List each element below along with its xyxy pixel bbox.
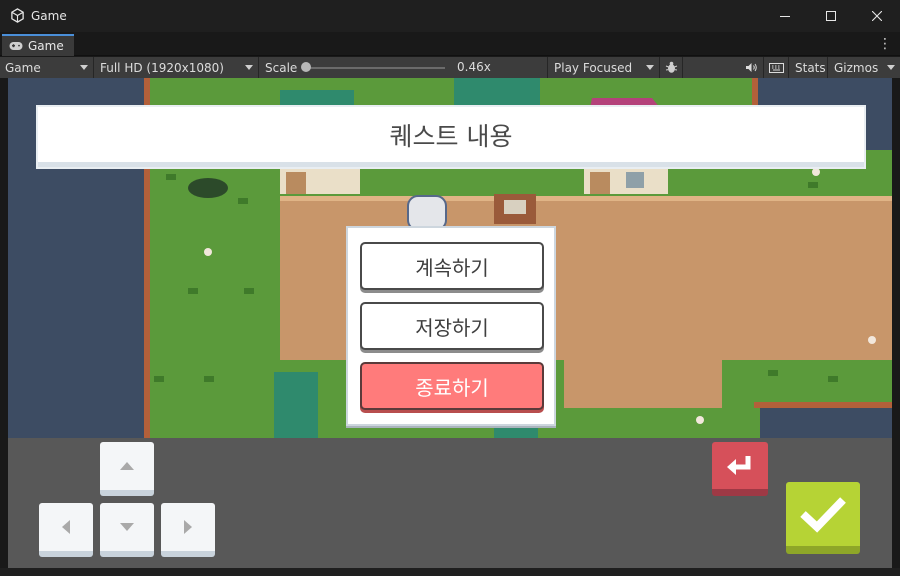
continue-button-label: 계속하기 (415, 255, 489, 280)
maximize-icon (826, 11, 836, 21)
save-button[interactable]: 저장하기 (360, 302, 544, 350)
minimize-button[interactable] (762, 0, 808, 32)
play-mode-label: Play Focused (554, 60, 633, 75)
scale-label: Scale (265, 60, 298, 75)
back-button[interactable] (712, 442, 768, 496)
return-arrow-icon (727, 455, 751, 475)
arrow-left-icon (62, 520, 70, 534)
gizmos-label: Gizmos (834, 60, 879, 75)
minimize-icon (780, 16, 790, 17)
title-bar: Game (0, 0, 900, 32)
maximize-button[interactable] (808, 0, 854, 32)
game-view-toolbar: Game Full HD (1920x1080) Scale 0.46x Pla… (0, 57, 900, 78)
resolution-dropdown-label: Full HD (1920x1080) (100, 60, 224, 75)
continue-button[interactable]: 계속하기 (360, 242, 544, 290)
quit-button[interactable]: 종료하기 (360, 362, 544, 410)
arrow-down-icon (120, 523, 134, 531)
stats-button[interactable]: Stats (790, 57, 828, 78)
confirm-button[interactable] (786, 482, 860, 554)
save-button-label: 저장하기 (415, 315, 489, 340)
resolution-dropdown[interactable]: Full HD (1920x1080) (95, 57, 259, 78)
tab-strip: Game ⋮ (0, 32, 900, 56)
close-button[interactable] (854, 0, 900, 32)
dpad-left-button[interactable] (39, 503, 93, 557)
chevron-down-icon (80, 65, 88, 70)
dpad-right-button[interactable] (161, 503, 215, 557)
dpad-up-button[interactable] (100, 442, 154, 496)
gizmos-dropdown[interactable]: Gizmos (829, 57, 900, 78)
display-dropdown[interactable]: Game (0, 57, 94, 78)
pause-menu: 계속하기 저장하기 종료하기 (346, 226, 556, 426)
chevron-down-icon (245, 65, 253, 70)
dpad-down-button[interactable] (100, 503, 154, 557)
chevron-down-icon (887, 65, 895, 70)
bug-icon (665, 61, 678, 73)
play-mode-dropdown[interactable]: Play Focused (549, 57, 660, 78)
close-icon (872, 11, 882, 21)
scale-slider-handle[interactable] (301, 62, 311, 72)
gamepad-icon (9, 42, 23, 50)
bottom-scrollbar-strip (0, 568, 900, 576)
quest-title: 퀘스트 내용 (389, 121, 513, 151)
keyboard-shortcuts-button[interactable] (765, 57, 789, 78)
tab-game[interactable]: Game (2, 34, 74, 56)
more-options-icon[interactable]: ⋮ (878, 35, 892, 53)
keyboard-icon (769, 62, 784, 73)
speaker-icon (746, 63, 757, 72)
debug-bug-button[interactable] (661, 57, 683, 78)
scale-value: 0.46x (457, 60, 491, 74)
stats-label: Stats (795, 60, 826, 75)
scale-slider-track[interactable] (305, 67, 445, 69)
game-viewport[interactable]: 퀘스트 내용 계속하기 저장하기 종료하기 (8, 78, 892, 568)
display-dropdown-label: Game (5, 60, 41, 75)
touch-controls-panel (8, 438, 892, 568)
arrow-up-icon (120, 462, 134, 470)
mute-audio-button[interactable] (740, 57, 764, 78)
checkmark-icon (800, 497, 846, 533)
quest-title-banner: 퀘스트 내용 (38, 107, 864, 167)
unity-logo-icon (11, 8, 24, 23)
quit-button-label: 종료하기 (415, 375, 489, 400)
unity-editor-window: Game Game ⋮ Game Full HD (1920x1080) Sca… (0, 0, 900, 576)
arrow-right-icon (184, 520, 192, 534)
tab-game-label: Game (28, 39, 64, 53)
chevron-down-icon (646, 65, 654, 70)
window-title: Game (31, 9, 67, 23)
